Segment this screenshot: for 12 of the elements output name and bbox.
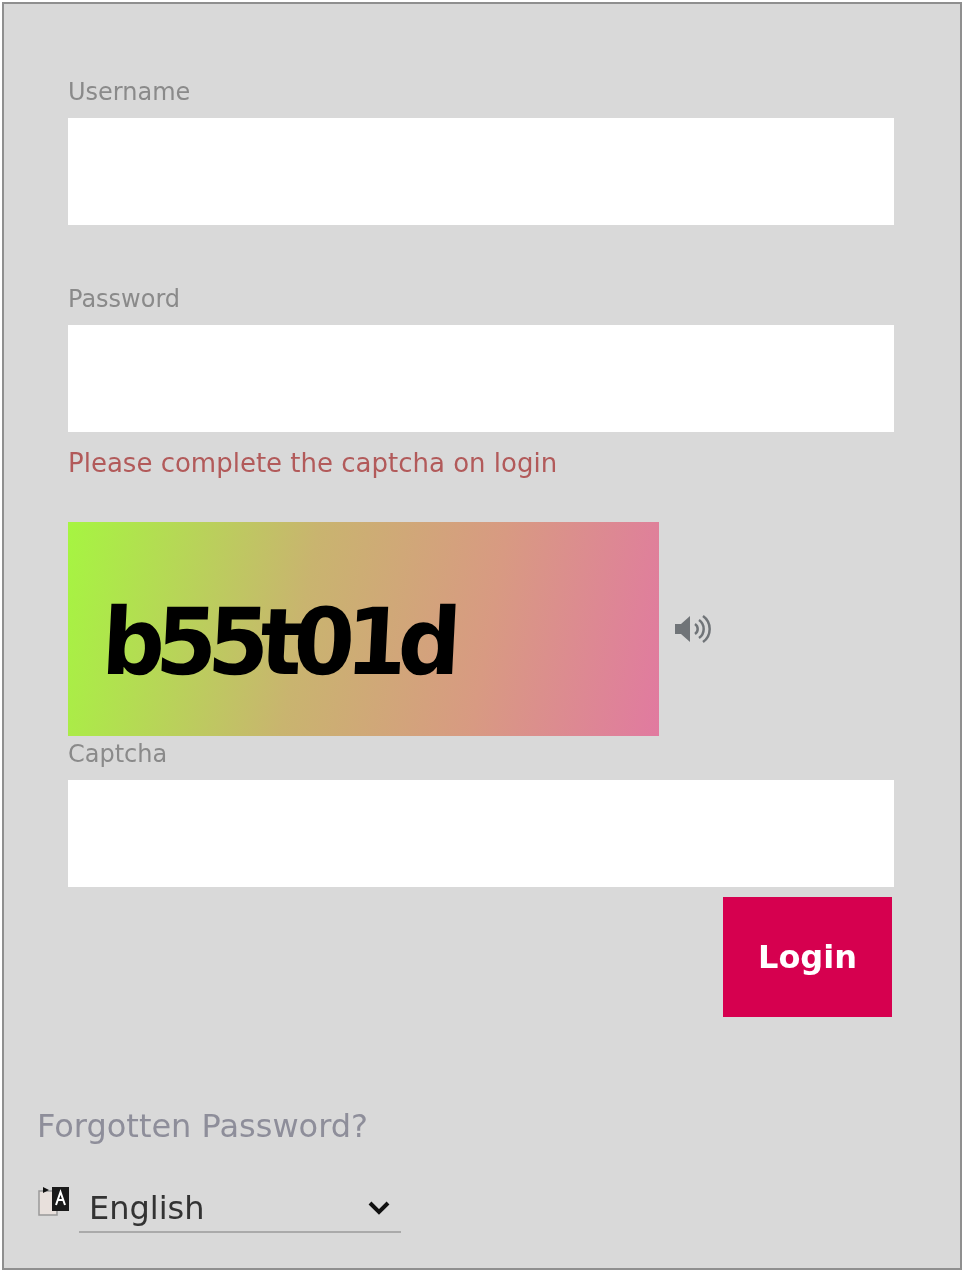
input-field[interactable] — [68, 780, 894, 887]
input-field[interactable] — [68, 325, 894, 432]
field-label: Captcha — [68, 740, 168, 768]
chevron-down-icon — [367, 1200, 391, 1216]
input-field[interactable] — [68, 118, 894, 225]
login-button[interactable]: Login — [723, 897, 892, 1017]
error-message: Please complete the captcha on login — [68, 448, 558, 478]
speaker-icon[interactable] — [673, 613, 711, 645]
field-label: Username — [68, 78, 191, 106]
captcha-code: b55t01d — [99, 586, 455, 696]
field-label: Password — [68, 285, 181, 313]
language-select[interactable]: English — [79, 1189, 401, 1233]
